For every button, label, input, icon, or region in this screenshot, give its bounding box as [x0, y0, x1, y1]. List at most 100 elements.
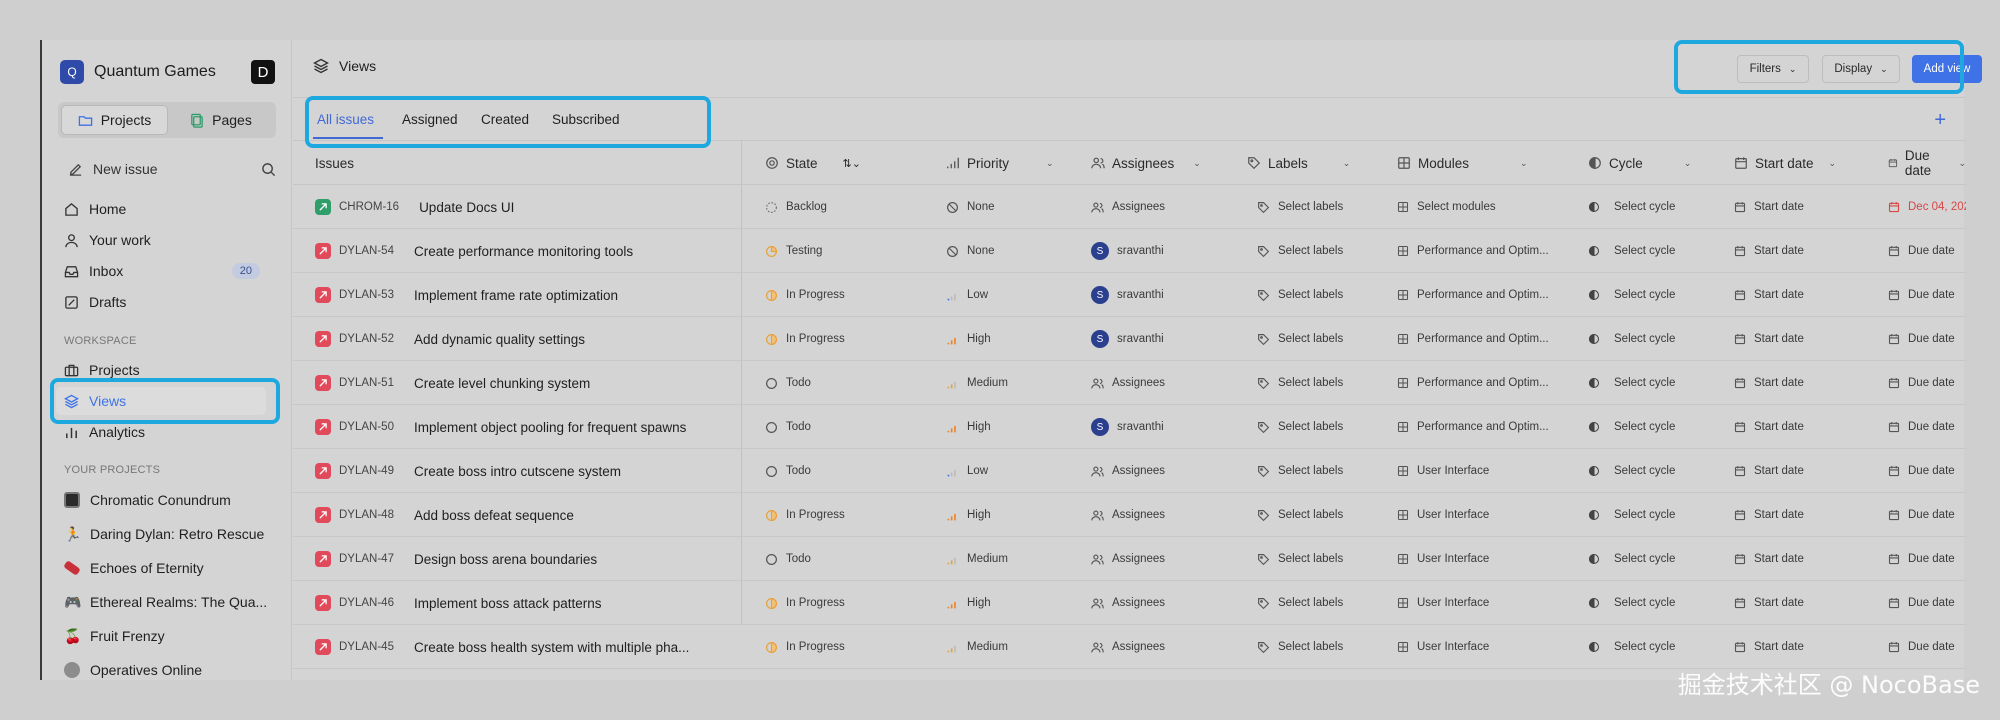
issue-title[interactable]: Add dynamic quality settings	[414, 332, 585, 347]
start-date-picker[interactable]: Start date	[1734, 317, 1874, 361]
project-daring-dylan[interactable]: 🏃 Daring Dylan: Retro Rescue	[62, 520, 276, 548]
tab-created[interactable]: Created	[481, 98, 529, 141]
due-date-picker[interactable]: Due date	[1888, 361, 1966, 405]
labels-dropdown[interactable]: Select labels	[1257, 625, 1387, 669]
due-date-picker[interactable]: Due date	[1888, 625, 1966, 669]
assignee-dropdown[interactable]: Assignees	[1091, 537, 1231, 581]
issue-cell[interactable]: DYLAN-51 Create level chunking system	[315, 361, 735, 405]
add-view-button[interactable]: Add view	[1912, 55, 1982, 83]
cycle-dropdown[interactable]: Select cycle	[1588, 493, 1718, 537]
issue-title[interactable]: Implement frame rate optimization	[414, 288, 618, 303]
table-row[interactable]: DYLAN-51 Create level chunking system Todo…	[293, 361, 1966, 405]
workspace-header[interactable]: Q Quantum Games D	[60, 58, 275, 86]
start-date-picker[interactable]: Start date	[1734, 405, 1874, 449]
start-date-picker[interactable]: Start date	[1734, 449, 1874, 493]
nav-analytics[interactable]: Analytics	[62, 418, 276, 446]
table-row[interactable]: DYLAN-49 Create boss intro cutscene syste…	[293, 449, 1966, 493]
due-date-picker[interactable]: Due date	[1888, 449, 1966, 493]
due-date-picker[interactable]: Due date	[1888, 537, 1966, 581]
state-dropdown[interactable]: In Progress	[765, 625, 925, 669]
col-modules[interactable]: Modules ⌄	[1397, 141, 1528, 185]
issue-cell[interactable]: DYLAN-47 Design boss arena boundaries	[315, 537, 735, 581]
state-dropdown[interactable]: In Progress	[765, 317, 925, 361]
add-tab-plus-icon[interactable]: +	[1934, 110, 1946, 130]
cycle-dropdown[interactable]: Select cycle	[1588, 361, 1718, 405]
due-date-picker[interactable]: Due date	[1888, 405, 1966, 449]
nav-drafts[interactable]: Drafts	[62, 288, 276, 316]
table-row[interactable]: DYLAN-52 Add dynamic quality settings In P…	[293, 317, 1966, 361]
issue-cell[interactable]: DYLAN-50 Implement object pooling for fre…	[315, 405, 735, 449]
start-date-picker[interactable]: Start date	[1734, 273, 1874, 317]
nav-projects[interactable]: Projects	[62, 356, 276, 384]
priority-dropdown[interactable]: Low	[946, 273, 1076, 317]
priority-dropdown[interactable]: Medium	[946, 361, 1076, 405]
labels-dropdown[interactable]: Select labels	[1257, 493, 1387, 537]
priority-dropdown[interactable]: Medium	[946, 625, 1076, 669]
module-dropdown[interactable]: Performance and Optim...	[1397, 405, 1577, 449]
start-date-picker[interactable]: Start date	[1734, 229, 1874, 273]
labels-dropdown[interactable]: Select labels	[1257, 229, 1387, 273]
cycle-dropdown[interactable]: Select cycle	[1588, 317, 1718, 361]
filters-button[interactable]: Filters ⌄	[1737, 55, 1809, 83]
col-start-date[interactable]: Start date ⌄	[1734, 141, 1836, 185]
assignee-dropdown[interactable]: Assignees	[1091, 581, 1231, 625]
issue-title[interactable]: Create level chunking system	[414, 376, 590, 391]
assignee-dropdown[interactable]: Assignees	[1091, 625, 1231, 669]
labels-dropdown[interactable]: Select labels	[1257, 273, 1387, 317]
cycle-dropdown[interactable]: Select cycle	[1588, 581, 1718, 625]
priority-dropdown[interactable]: None	[946, 229, 1076, 273]
labels-dropdown[interactable]: Select labels	[1257, 537, 1387, 581]
state-dropdown[interactable]: In Progress	[765, 493, 925, 537]
start-date-picker[interactable]: Start date	[1734, 581, 1874, 625]
projects-switch-button[interactable]: Projects	[61, 105, 168, 135]
priority-dropdown[interactable]: High	[946, 581, 1076, 625]
tab-subscribed[interactable]: Subscribed	[552, 98, 620, 141]
issue-title[interactable]: Implement object pooling for frequent sp…	[414, 420, 686, 435]
col-issues[interactable]: Issues	[315, 141, 354, 185]
project-ethereal-realms[interactable]: 🎮 Ethereal Realms: The Qua...	[62, 588, 276, 616]
col-due-date[interactable]: Due date ⌄	[1888, 141, 1966, 185]
nav-views[interactable]: Views	[56, 387, 266, 415]
start-date-picker[interactable]: Start date	[1734, 185, 1874, 229]
labels-dropdown[interactable]: Select labels	[1257, 361, 1387, 405]
priority-dropdown[interactable]: High	[946, 317, 1076, 361]
module-dropdown[interactable]: User Interface	[1397, 537, 1577, 581]
issue-title[interactable]: Create boss health system with multiple …	[414, 640, 689, 655]
nav-your-work[interactable]: Your work	[62, 226, 276, 254]
table-row[interactable]: DYLAN-48 Add boss defeat sequence In Progr…	[293, 493, 1966, 537]
module-dropdown[interactable]: User Interface	[1397, 581, 1577, 625]
table-row[interactable]: DYLAN-53 Implement frame rate optimizatio…	[293, 273, 1966, 317]
cycle-dropdown[interactable]: Select cycle	[1588, 273, 1718, 317]
tab-all-issues[interactable]: All issues	[317, 98, 374, 141]
table-row[interactable]: DYLAN-45 Create boss health system with m…	[293, 625, 1966, 669]
labels-dropdown[interactable]: Select labels	[1257, 449, 1387, 493]
start-date-picker[interactable]: Start date	[1734, 361, 1874, 405]
assignee-dropdown[interactable]: Assignees	[1091, 185, 1231, 229]
priority-dropdown[interactable]: High	[946, 405, 1076, 449]
assignee-dropdown[interactable]: Assignees	[1091, 449, 1231, 493]
assignee-dropdown[interactable]: Assignees	[1091, 493, 1231, 537]
cycle-dropdown[interactable]: Select cycle	[1588, 449, 1718, 493]
issue-title[interactable]: Create performance monitoring tools	[414, 244, 633, 259]
module-dropdown[interactable]: Performance and Optim...	[1397, 273, 1577, 317]
tab-assigned[interactable]: Assigned	[402, 98, 458, 141]
cycle-dropdown[interactable]: Select cycle	[1588, 625, 1718, 669]
state-dropdown[interactable]: In Progress	[765, 581, 925, 625]
table-row[interactable]: DYLAN-50 Implement object pooling for fre…	[293, 405, 1966, 449]
priority-dropdown[interactable]: Low	[946, 449, 1076, 493]
assignee-dropdown[interactable]: Ssravanthi	[1091, 273, 1231, 317]
state-dropdown[interactable]: In Progress	[765, 273, 925, 317]
priority-dropdown[interactable]: High	[946, 493, 1076, 537]
module-dropdown[interactable]: Performance and Optim...	[1397, 229, 1577, 273]
module-dropdown[interactable]: Performance and Optim...	[1397, 361, 1577, 405]
assignee-dropdown[interactable]: Assignees	[1091, 361, 1231, 405]
issue-title[interactable]: Implement boss attack patterns	[414, 596, 602, 611]
sort-icon[interactable]: ⇅⌄	[843, 157, 861, 170]
col-cycle[interactable]: Cycle ⌄	[1588, 141, 1691, 185]
table-row[interactable]: DYLAN-54 Create performance monitoring to…	[293, 229, 1966, 273]
display-button[interactable]: Display ⌄	[1822, 55, 1900, 83]
state-dropdown[interactable]: Todo	[765, 405, 925, 449]
table-row[interactable]: CHROM-16 Update Docs UI Backlog None Assigne…	[293, 185, 1966, 229]
issue-cell[interactable]: CHROM-16 Update Docs UI	[315, 185, 735, 229]
state-dropdown[interactable]: Testing	[765, 229, 925, 273]
